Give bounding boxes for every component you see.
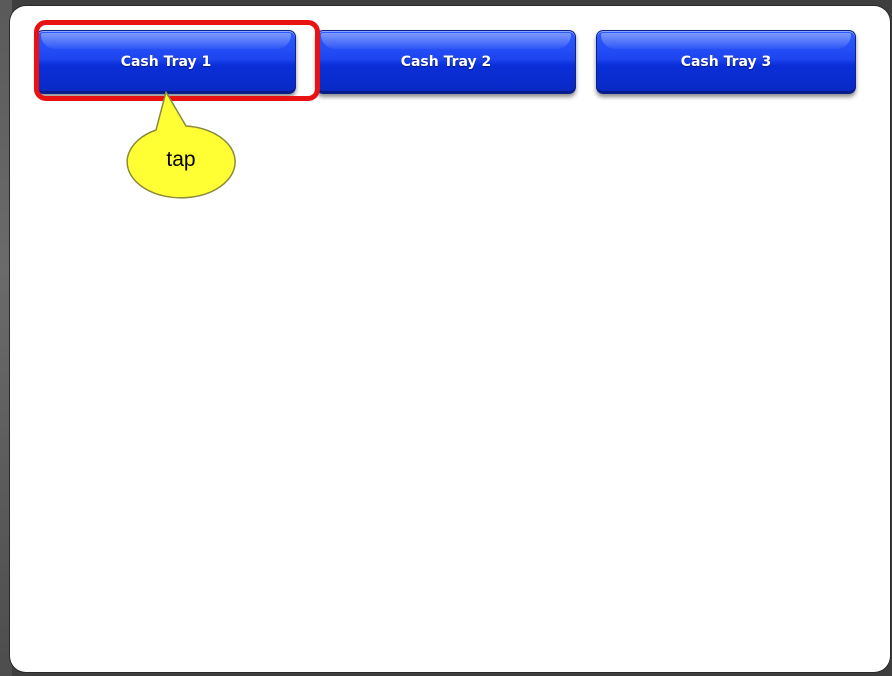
- cash-tray-1-button[interactable]: Cash Tray 1: [36, 30, 296, 94]
- cash-tray-1-label: Cash Tray 1: [120, 54, 212, 70]
- tap-callout-bubble: [126, 91, 236, 199]
- cash-tray-2-button[interactable]: Cash Tray 2: [316, 30, 576, 94]
- callout-shape: [126, 91, 236, 199]
- button-gloss: [321, 33, 571, 49]
- callout-label: tap: [166, 148, 196, 171]
- cash-tray-2-label: Cash Tray 2: [400, 54, 492, 70]
- cash-tray-dialog: Cash Tray 1 Cash Tray 2 Cash Tray 3 tap: [10, 6, 890, 672]
- cash-tray-3-button[interactable]: Cash Tray 3: [596, 30, 856, 94]
- button-gloss: [41, 33, 291, 49]
- button-gloss: [601, 33, 851, 49]
- cash-tray-3-label: Cash Tray 3: [680, 54, 772, 70]
